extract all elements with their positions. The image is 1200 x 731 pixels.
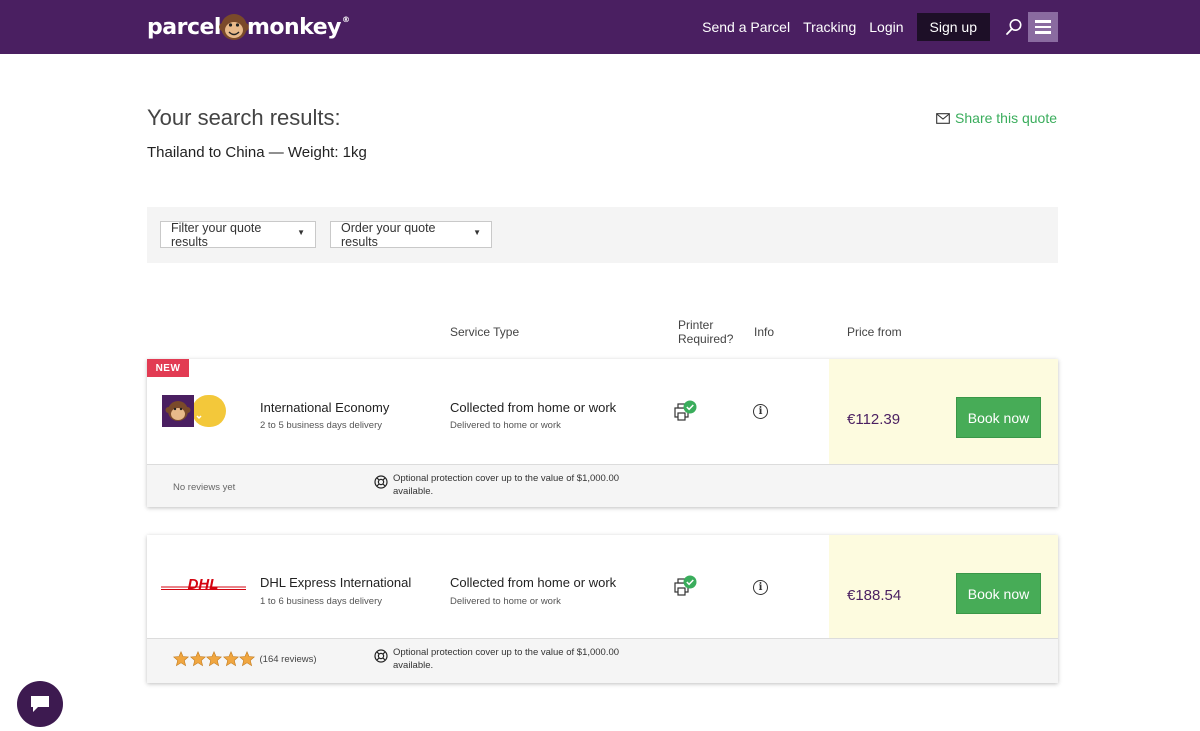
filter-results-label: Filter your quote results <box>171 220 262 249</box>
star-icon <box>239 651 255 667</box>
page-title: Your search results: <box>147 105 341 130</box>
nav-tracking[interactable]: Tracking <box>803 19 856 35</box>
book-now-button[interactable]: Book now <box>956 397 1041 438</box>
quote-card-footer: (164 reviews) Optional protection cover … <box>147 638 1058 683</box>
main-nav: Send a Parcel Tracking Login Sign up <box>689 12 1058 42</box>
column-header-price-from: Price from <box>847 325 902 339</box>
search-route-summary: Thailand to China — Weight: 1kg <box>147 144 367 161</box>
star-rating[interactable]: (164 reviews) <box>173 651 317 667</box>
dhl-logo: DHL <box>161 577 246 593</box>
protection-text-line1: Optional protection cover up to the valu… <box>393 473 620 484</box>
info-icon[interactable]: i <box>753 404 768 419</box>
service-type: Collected from home or work <box>450 575 617 590</box>
parcel-monkey-logo[interactable]: parcel monkey ® <box>147 11 350 43</box>
quote-card-main: NEW International Economy 2 to 5 busines… <box>147 359 1058 464</box>
order-results-select[interactable]: Order your quote results ▼ <box>330 220 492 249</box>
live-chat-button[interactable] <box>17 681 63 727</box>
quote-card: DHL DHL Express International 1 to 6 bus… <box>147 535 1058 683</box>
caret-down-icon: ▼ <box>297 228 305 237</box>
lifebuoy-icon <box>374 649 388 663</box>
caret-down-icon: ▼ <box>473 228 481 237</box>
printer-required-icon <box>674 400 697 421</box>
protection-note: Optional protection cover up to the valu… <box>374 473 654 498</box>
review-count[interactable]: (164 reviews) <box>260 654 317 665</box>
logo-registered-mark: ® <box>341 14 350 24</box>
book-now-button[interactable]: Book now <box>956 573 1041 614</box>
chat-bubble-icon <box>31 696 49 712</box>
sign-up-button[interactable]: Sign up <box>916 13 990 41</box>
envelope-icon <box>936 112 950 124</box>
top-nav-bar: parcel monkey ® Send a Parcel Tracking L… <box>0 0 1200 54</box>
star-icon <box>173 651 189 667</box>
column-header-printer-line2: Required? <box>678 332 734 346</box>
svg-text:DHL: DHL <box>188 577 219 593</box>
share-quote-link[interactable]: Share this quote <box>936 110 1057 126</box>
reviews-text: No reviews yet <box>173 482 236 493</box>
column-header-info: Info <box>754 325 775 339</box>
new-badge: NEW <box>147 359 189 377</box>
share-quote-label: Share this quote <box>955 110 1057 126</box>
nav-send-a-parcel[interactable]: Send a Parcel <box>702 19 790 35</box>
quote-filter-bar: Filter your quote results ▼ Order your q… <box>147 207 1058 263</box>
quote-card-main: DHL DHL Express International 1 to 6 bus… <box>147 535 1058 638</box>
order-results-label: Order your quote results <box>341 220 436 249</box>
quote-price: €112.39 <box>847 411 901 428</box>
printer-required-icon <box>674 575 697 596</box>
star-icon <box>189 651 206 667</box>
star-icon <box>206 651 222 667</box>
service-type-delivery: Delivered to home or work <box>450 596 561 607</box>
logo-text-left: parcel <box>147 14 221 40</box>
monkey-icon <box>218 14 249 40</box>
price-cell: €188.54 Book now <box>829 535 1058 638</box>
price-cell: €112.39 Book now <box>829 359 1058 464</box>
service-delivery-time: 2 to 5 business days delivery <box>260 420 382 431</box>
search-icon[interactable] <box>1004 17 1024 37</box>
column-header-printer: Printer Required? <box>678 318 733 346</box>
nav-login[interactable]: Login <box>869 19 903 35</box>
star-icon <box>222 651 239 667</box>
protection-note: Optional protection cover up to the valu… <box>374 647 654 672</box>
parcel-monkey-logo <box>162 395 226 427</box>
protection-text-line2: available. <box>393 659 434 671</box>
hamburger-menu-icon[interactable] <box>1028 12 1058 42</box>
info-icon[interactable]: i <box>753 580 768 595</box>
service-type-delivery: Delivered to home or work <box>450 420 561 431</box>
quote-price: €188.54 <box>847 587 902 604</box>
quote-card-footer: No reviews yet Optional protection cover… <box>147 464 1058 507</box>
filter-results-select[interactable]: Filter your quote results ▼ <box>160 220 316 249</box>
column-header-service-type: Service Type <box>450 325 520 339</box>
quote-card: NEW International Economy 2 to 5 busines… <box>147 359 1058 507</box>
service-type: Collected from home or work <box>450 400 617 415</box>
service-delivery-time: 1 to 6 business days delivery <box>260 596 382 607</box>
logo-text-right: monkey <box>246 14 342 40</box>
service-name: International Economy <box>260 400 390 415</box>
protection-text-line2: available. <box>393 485 434 497</box>
service-name: DHL Express International <box>260 575 412 590</box>
lifebuoy-icon <box>374 475 388 489</box>
protection-text-line1: Optional protection cover up to the valu… <box>393 647 620 658</box>
column-header-printer-line1: Printer <box>678 318 714 332</box>
